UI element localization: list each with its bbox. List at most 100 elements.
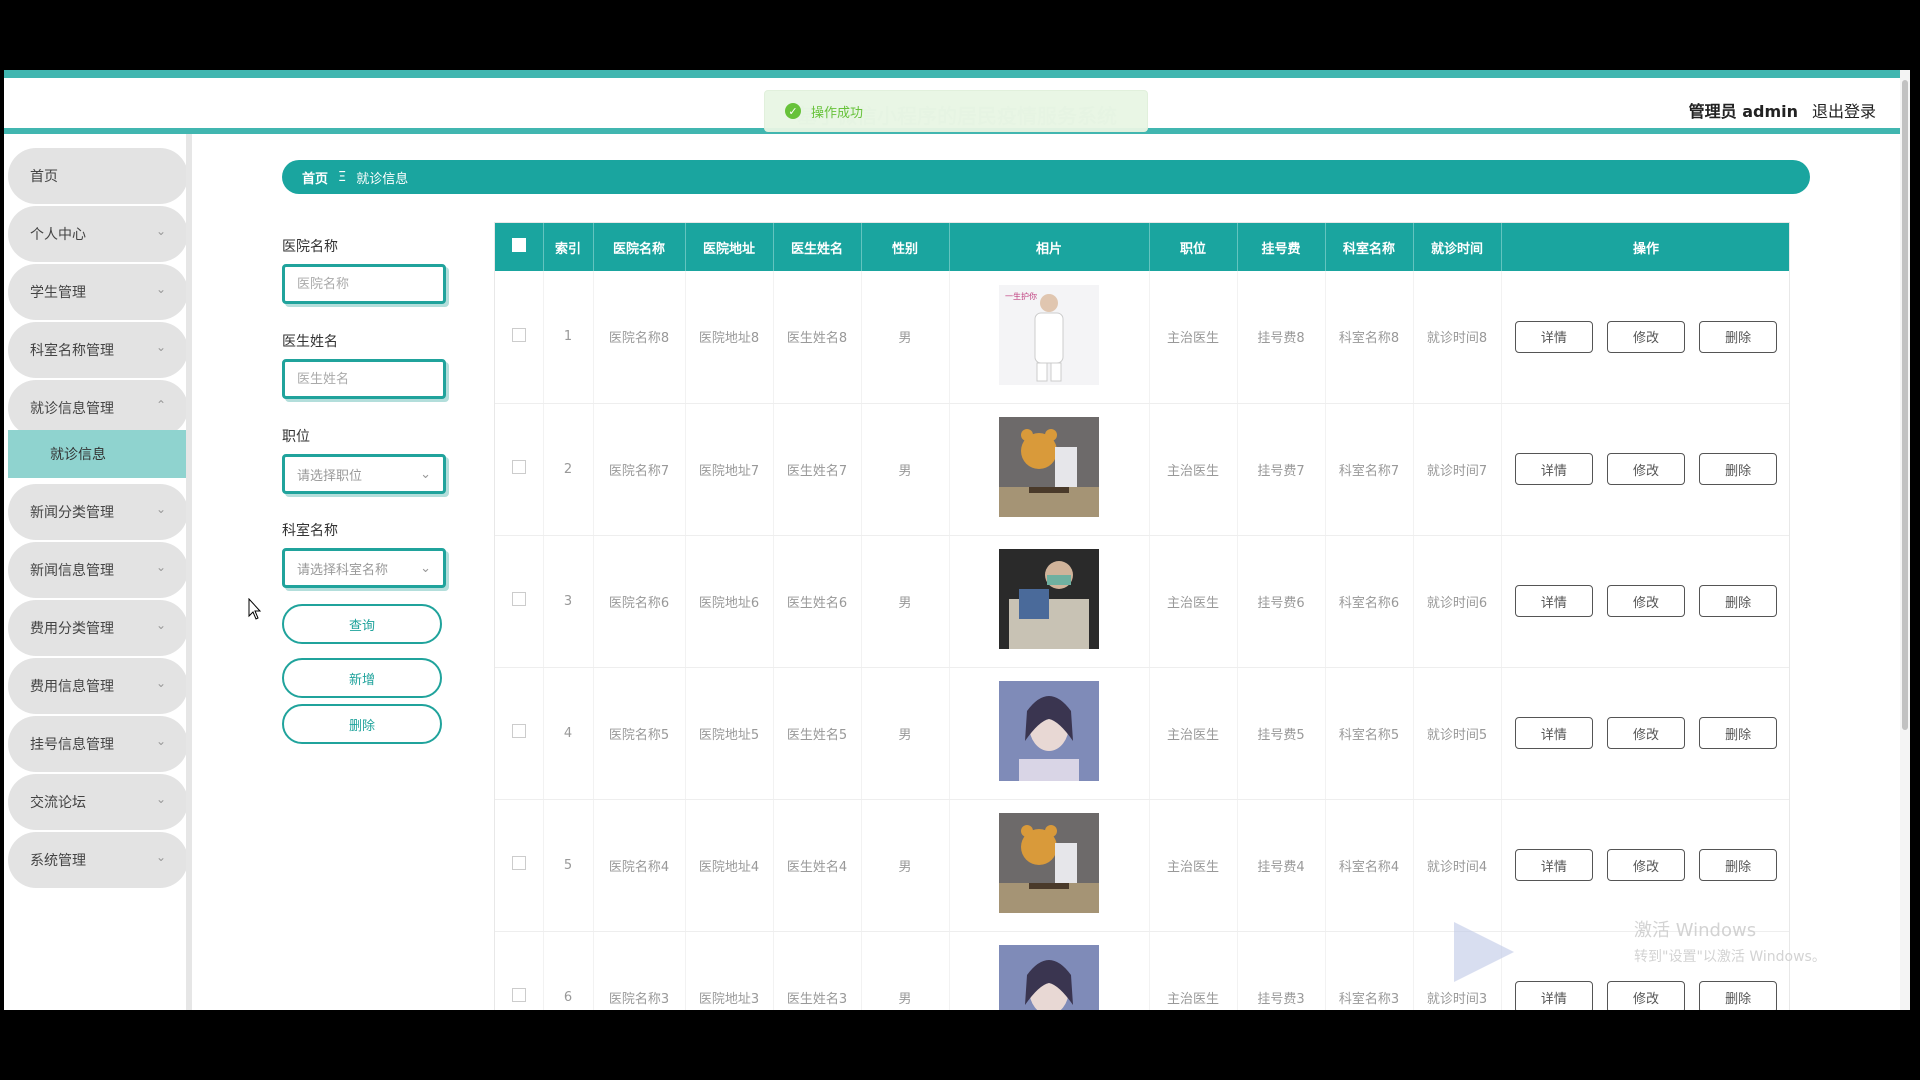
add-button[interactable]: 新增 — [282, 658, 442, 698]
chevron-down-icon: ⌄ — [155, 502, 166, 516]
sidebar-item-forum[interactable]: 交流论坛 ⌄ — [8, 774, 186, 830]
table-row: 6 医院名称3 医院地址3 医生姓名3 男主治医生 挂号费3 科室名称3 就诊时间3 详情 修… — [495, 931, 1789, 1010]
cell-actions: 详情 修改 删除 — [1501, 535, 1789, 668]
cell-doctor: 医生姓名8 — [773, 271, 862, 404]
sidebar-item-fee-categories[interactable]: 费用分类管理 ⌄ — [8, 600, 186, 656]
cell-time: 就诊时间6 — [1413, 535, 1502, 668]
sidebar-item-profile[interactable]: 个人中心 ⌄ — [8, 206, 186, 262]
cell-fee: 挂号费6 — [1237, 535, 1326, 668]
cell-hospital: 医院名称4 — [593, 799, 686, 932]
sidebar-item-visits[interactable]: 就诊信息管理 ⌃ — [8, 380, 186, 436]
row-checkbox[interactable] — [511, 460, 526, 474]
position-select-placeholder: 请选择职位 — [297, 468, 363, 484]
scrollbar-thumb[interactable] — [1902, 80, 1908, 730]
edit-button[interactable]: 修改 — [1607, 585, 1685, 617]
sidebar-item-label: 费用分类管理 — [30, 621, 114, 637]
sidebar-item-label: 新闻分类管理 — [30, 505, 114, 521]
detail-button[interactable]: 详情 — [1514, 585, 1593, 617]
delete-button[interactable]: 删除 — [1699, 717, 1778, 749]
breadcrumb: 首页 Ξ 就诊信息 — [282, 160, 1810, 194]
breadcrumb-current: 就诊信息 — [356, 171, 409, 187]
sidebar-item-students[interactable]: 学生管理 ⌄ — [8, 264, 186, 320]
detail-button[interactable]: 详情 — [1514, 717, 1593, 749]
delete-button[interactable]: 删除 — [1699, 453, 1778, 485]
cell-fee: 挂号费3 — [1237, 931, 1326, 1010]
doctor-photo: 一生护你 — [999, 284, 1099, 385]
cell-actions: 详情 修改 删除 — [1501, 667, 1789, 800]
select-all-cell — [495, 223, 544, 271]
cell-hospital: 医院名称5 — [593, 667, 686, 800]
row-checkbox[interactable] — [511, 988, 526, 1002]
cell-actions: 详情 修改 删除 — [1501, 271, 1789, 404]
cell-doctor: 医生姓名6 — [773, 535, 862, 668]
table-row: 5 医院名称4 医院地址4 医生姓名4 男 主治医生 挂号费4 科室名称4 就诊时间4 详情 修… — [495, 799, 1789, 932]
delete-button[interactable]: 删除 — [1699, 320, 1778, 353]
hospital-name-input[interactable] — [282, 264, 446, 304]
app-window: 基于微信小程序的居民疫情服务系统 管理员 admin 退出登录 ✓ 操作成功 首… — [4, 70, 1910, 1010]
doctor-photo — [999, 417, 1099, 517]
logout-button[interactable]: 退出登录 — [1812, 98, 1876, 122]
cell-index: 4 — [543, 667, 594, 800]
cell-dept: 科室名称6 — [1325, 535, 1414, 668]
row-checkbox[interactable] — [511, 856, 526, 870]
query-button[interactable]: 查询 — [282, 604, 442, 644]
edit-button[interactable]: 修改 — [1607, 320, 1685, 353]
scrollbar[interactable] — [1900, 70, 1910, 1010]
delete-button[interactable]: 删除 — [1699, 849, 1778, 881]
detail-button[interactable]: 详情 — [1514, 849, 1593, 881]
cell-position: 主治医生 — [1149, 931, 1238, 1010]
position-select[interactable]: 请选择职位 ⌄ — [282, 454, 446, 494]
sidebar-item-label: 个人中心 — [30, 227, 86, 243]
cell-dept: 科室名称5 — [1325, 667, 1414, 800]
cell-gender: 男 — [861, 799, 950, 932]
cell-hospital: 医院名称6 — [593, 535, 686, 668]
sidebar-subitem-visit-info[interactable]: 就诊信息 — [8, 430, 186, 478]
dept-name-select[interactable]: 请选择科室名称 ⌄ — [282, 548, 446, 588]
cell-time: 就诊时间7 — [1413, 403, 1502, 536]
breadcrumb-home[interactable]: 首页 — [302, 168, 328, 187]
sidebar: 首页 个人中心 ⌄ 学生管理 ⌄ 科室名称管理 ⌄ 就诊信息管理 ⌃ 就诊信息 新闻分类… — [4, 134, 192, 1010]
row-checkbox-cell — [495, 667, 544, 800]
sidebar-item-system[interactable]: 系统管理 ⌄ — [8, 832, 186, 888]
edit-button[interactable]: 修改 — [1607, 849, 1685, 881]
detail-button[interactable]: 详情 — [1514, 981, 1593, 1010]
doctor-name-input[interactable] — [282, 359, 446, 399]
cell-photo — [949, 799, 1150, 932]
cell-address: 医院地址3 — [685, 931, 774, 1010]
detail-button[interactable]: 详情 — [1514, 320, 1593, 353]
doctor-photo — [999, 681, 1099, 781]
detail-button[interactable]: 详情 — [1514, 453, 1593, 485]
sidebar-item-label: 挂号信息管理 — [30, 737, 114, 753]
delete-button[interactable]: 删除 — [1699, 981, 1778, 1010]
edit-button[interactable]: 修改 — [1607, 981, 1685, 1010]
sidebar-item-news-categories[interactable]: 新闻分类管理 ⌄ — [8, 484, 186, 540]
sidebar-item-departments[interactable]: 科室名称管理 ⌄ — [8, 322, 186, 378]
chevron-down-icon: ⌄ — [155, 224, 166, 238]
doctor-name-label: 医生姓名 — [282, 334, 338, 350]
cell-index: 3 — [543, 535, 594, 668]
edit-button[interactable]: 修改 — [1607, 717, 1685, 749]
edit-button[interactable]: 修改 — [1607, 453, 1685, 485]
sidebar-item-registrations[interactable]: 挂号信息管理 ⌄ — [8, 716, 186, 772]
sidebar-item-label: 费用信息管理 — [30, 679, 114, 695]
column-header: 挂号费 — [1237, 223, 1326, 271]
column-header: 索引 — [543, 223, 594, 271]
cell-position: 主治医生 — [1149, 535, 1238, 668]
row-checkbox-cell — [495, 535, 544, 668]
sidebar-item-fees[interactable]: 费用信息管理 ⌄ — [8, 658, 186, 714]
hospital-name-label: 医院名称 — [282, 239, 338, 255]
row-checkbox[interactable] — [511, 724, 526, 738]
delete-button[interactable]: 删除 — [1699, 585, 1778, 617]
row-checkbox[interactable] — [511, 592, 526, 606]
select-all-checkbox[interactable] — [511, 238, 526, 252]
cell-gender: 男 — [861, 535, 950, 668]
position-label: 职位 — [282, 429, 310, 445]
cell-hospital: 医院名称7 — [593, 403, 686, 536]
sidebar-item-home[interactable]: 首页 — [8, 148, 186, 204]
column-header: 科室名称 — [1325, 223, 1414, 271]
cell-address: 医院地址4 — [685, 799, 774, 932]
cell-index: 6 — [543, 931, 594, 1010]
row-checkbox[interactable] — [511, 327, 526, 342]
batch-delete-button[interactable]: 删除 — [282, 704, 442, 744]
sidebar-item-news[interactable]: 新闻信息管理 ⌄ — [8, 542, 186, 598]
